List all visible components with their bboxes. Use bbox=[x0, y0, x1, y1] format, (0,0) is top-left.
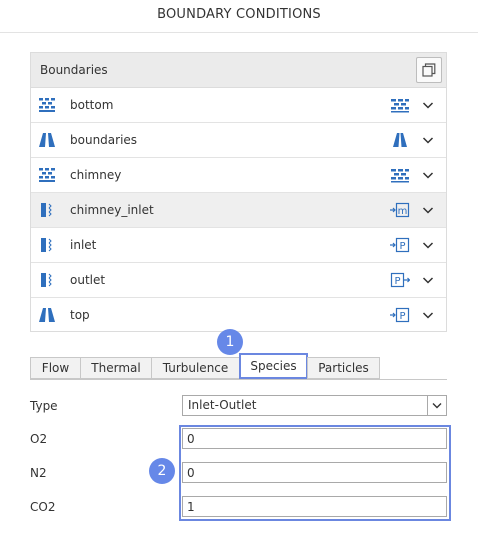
boundary-row-boundaries[interactable]: boundaries bbox=[31, 123, 446, 158]
mass-flow-letter: m bbox=[398, 206, 408, 217]
title-divider bbox=[0, 32, 478, 33]
boundary-row-chimney-inlet[interactable]: chimney_inlet m bbox=[31, 193, 446, 228]
boundary-name: outlet bbox=[70, 273, 106, 287]
symmetry-icon bbox=[39, 133, 55, 147]
boundary-row-outlet[interactable]: outlet P bbox=[31, 263, 446, 298]
o2-field[interactable] bbox=[182, 428, 447, 449]
page-title: BOUNDARY CONDITIONS bbox=[157, 7, 321, 22]
copy-icon bbox=[422, 63, 436, 77]
boundary-row-inlet[interactable]: inlet P bbox=[31, 228, 446, 263]
tab-flow[interactable]: Flow bbox=[30, 357, 81, 379]
mass-flow-inlet-icon: m bbox=[390, 202, 410, 218]
inlet-icon bbox=[41, 238, 52, 252]
boundary-name: chimney bbox=[70, 168, 122, 182]
tab-turbulence[interactable]: Turbulence bbox=[151, 357, 240, 379]
chevron-down-icon[interactable] bbox=[422, 99, 434, 111]
pressure-inlet-icon: P bbox=[390, 307, 410, 323]
boundaries-header: Boundaries bbox=[31, 53, 446, 88]
callout-badge-1: 1 bbox=[217, 329, 243, 355]
boundary-name: bottom bbox=[70, 98, 114, 112]
boundary-name: boundaries bbox=[70, 133, 138, 147]
type-select[interactable]: Inlet-Outlet bbox=[182, 395, 447, 416]
boundary-name: chimney_inlet bbox=[70, 203, 154, 217]
chevron-down-icon[interactable] bbox=[422, 309, 434, 321]
type-select-value: Inlet-Outlet bbox=[188, 398, 257, 412]
co2-label: CO2 bbox=[30, 500, 56, 514]
copy-button[interactable] bbox=[416, 57, 442, 83]
tab-thermal[interactable]: Thermal bbox=[80, 357, 152, 379]
wall-type-icon bbox=[391, 99, 409, 113]
wall-type-icon bbox=[391, 169, 409, 183]
chevron-down-icon[interactable] bbox=[422, 169, 434, 181]
symmetry-type-icon bbox=[393, 133, 407, 147]
chevron-down-icon[interactable] bbox=[422, 134, 434, 146]
callout-badge-2: 2 bbox=[149, 458, 175, 484]
wall-icon bbox=[39, 98, 55, 112]
boundaries-label: Boundaries bbox=[40, 63, 108, 77]
boundary-name: inlet bbox=[70, 238, 97, 252]
boundary-row-chimney[interactable]: chimney bbox=[31, 158, 446, 193]
wall-icon bbox=[39, 168, 55, 182]
pressure-letter: P bbox=[399, 241, 405, 252]
boundaries-panel: Boundaries bottom boundaries chimney chi… bbox=[30, 52, 447, 332]
tab-species[interactable]: Species bbox=[239, 353, 308, 379]
n2-field[interactable] bbox=[182, 462, 447, 483]
chevron-down-icon[interactable] bbox=[422, 204, 434, 216]
boundary-row-top[interactable]: top P bbox=[31, 298, 446, 333]
chevron-down-icon[interactable] bbox=[422, 239, 434, 251]
chevron-down-icon bbox=[432, 403, 442, 409]
boundary-row-bottom[interactable]: bottom bbox=[31, 88, 446, 123]
pressure-letter: P bbox=[394, 276, 400, 287]
inlet-icon bbox=[41, 273, 52, 287]
pressure-outlet-icon: P bbox=[390, 272, 410, 288]
tab-divider bbox=[30, 379, 447, 380]
type-label: Type bbox=[30, 399, 58, 413]
select-arrow[interactable] bbox=[427, 396, 446, 415]
o2-label: O2 bbox=[30, 432, 48, 446]
inlet-icon bbox=[41, 203, 52, 217]
tab-particles[interactable]: Particles bbox=[307, 357, 380, 379]
pressure-inlet-icon: P bbox=[390, 237, 410, 253]
co2-field[interactable] bbox=[182, 496, 447, 517]
boundary-name: top bbox=[70, 308, 90, 322]
chevron-down-icon[interactable] bbox=[422, 274, 434, 286]
n2-label: N2 bbox=[30, 466, 47, 480]
symmetry-icon bbox=[39, 308, 55, 322]
pressure-letter: P bbox=[399, 311, 405, 322]
